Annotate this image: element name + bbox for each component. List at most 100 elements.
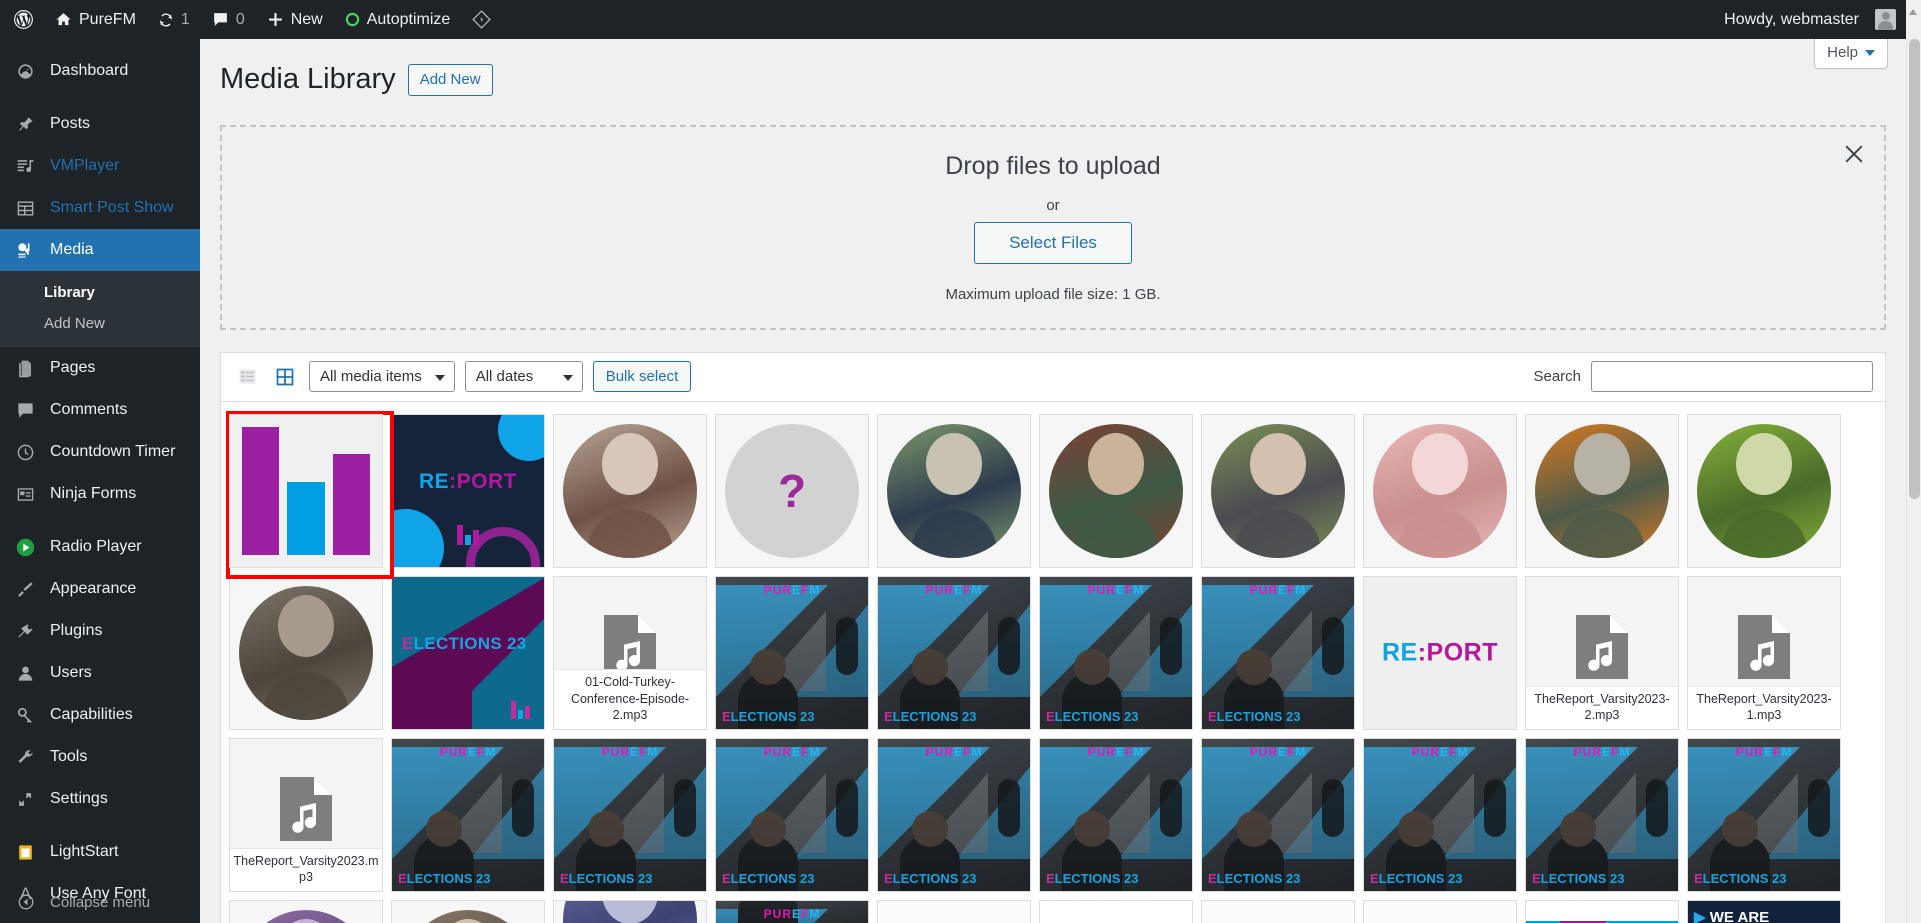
media-thumbnail[interactable] — [1525, 899, 1679, 923]
wordpress-logo-button[interactable] — [0, 0, 44, 39]
media-grid-item[interactable]: RE:PORT — [391, 413, 553, 576]
sidebar-item-lightstart[interactable]: LightStart — [0, 831, 200, 873]
sidebar-item-library[interactable]: Library — [0, 277, 200, 308]
audio-file[interactable]: 01-Cold-Turkey-Conference-Episode-2.mp3 — [553, 575, 707, 730]
media-grid-item[interactable] — [1363, 899, 1525, 923]
media-grid-item[interactable]: ▶ WE ARELICENSED — [1687, 899, 1849, 923]
media-grid-item[interactable] — [1201, 413, 1363, 576]
elections-23-studio-photo[interactable]: PUREFM ELECTIONS 23 — [715, 899, 869, 923]
close-uploader-button[interactable] — [1841, 141, 1867, 167]
bulk-select-button[interactable]: Bulk select — [592, 361, 692, 393]
scrollbar-up-arrow[interactable] — [1906, 0, 1921, 39]
purefm-logo-bars[interactable] — [229, 413, 383, 568]
avatar-photo[interactable] — [1363, 413, 1517, 568]
media-grid-item[interactable]: TheReport_Varsity2023-2.mp3 — [1525, 575, 1687, 738]
media-type-filter[interactable]: All media items — [309, 361, 455, 393]
howdy-account-button[interactable]: Howdy, webmaster — [1713, 0, 1896, 39]
media-thumbnail[interactable] — [877, 899, 1031, 923]
media-grid-item[interactable] — [1525, 899, 1687, 923]
media-grid-item[interactable]: TheReport_Varsity2023.mp3 — [229, 737, 391, 900]
elections-23-studio-photo[interactable]: PUREFM ELECTIONS 23 — [1363, 737, 1517, 892]
media-thumbnail[interactable] — [1201, 899, 1355, 923]
help-button[interactable]: Help — [1814, 39, 1888, 69]
avatar-photo[interactable] — [391, 899, 545, 923]
media-grid-item[interactable] — [1039, 899, 1201, 923]
media-grid-item[interactable] — [391, 899, 553, 923]
sidebar-item-plugins[interactable]: Plugins — [0, 610, 200, 652]
media-grid-item[interactable]: PUREFM ELECTIONS 23 — [715, 737, 877, 900]
sidebar-item-settings[interactable]: Settings — [0, 778, 200, 820]
media-grid-item[interactable]: 01-Cold-Turkey-Conference-Episode-2.mp3 — [553, 575, 715, 738]
media-thumbnail[interactable] — [1039, 899, 1193, 923]
media-grid-item[interactable]: ? — [715, 413, 877, 576]
media-grid-item[interactable]: TheReport_Varsity2023-1.mp3 — [1687, 575, 1849, 738]
sidebar-item-vmplayer[interactable]: VMPlayer — [0, 145, 200, 187]
avatar-photo[interactable] — [1687, 413, 1841, 568]
media-grid-item[interactable]: PUREFM ELECTIONS 23 — [1039, 737, 1201, 900]
media-grid-item[interactable]: PUREFM ELECTIONS 23 — [1201, 737, 1363, 900]
media-grid-item[interactable]: RE:PORT — [1363, 575, 1525, 738]
sidebar-item-add-new[interactable]: Add New — [0, 308, 200, 339]
media-grid-item[interactable]: PUREFM ELECTIONS 23 — [1525, 737, 1687, 900]
scrollbar-thumb[interactable] — [1909, 39, 1920, 499]
select-files-button[interactable]: Select Files — [974, 221, 1132, 264]
search-input[interactable] — [1591, 361, 1873, 393]
media-grid-item[interactable] — [553, 899, 715, 923]
date-filter[interactable]: All dates — [464, 361, 583, 393]
avatar-photo[interactable] — [1201, 413, 1355, 568]
elections-23-studio-photo[interactable]: PUREFM ELECTIONS 23 — [1687, 737, 1841, 892]
media-grid-item[interactable]: PUREFM ELECTIONS 23 — [1363, 737, 1525, 900]
media-grid-item[interactable]: PUREFM ELECTIONS 23 — [553, 737, 715, 900]
sidebar-item-dashboard[interactable]: Dashboard — [0, 50, 200, 92]
sidebar-item-users[interactable]: Users — [0, 652, 200, 694]
grid-view-icon[interactable] — [271, 363, 299, 391]
we-are-licensed-graphic[interactable]: ▶ WE ARELICENSED — [1687, 899, 1841, 923]
media-grid-item[interactable]: PUREFM ELECTIONS 23 — [391, 737, 553, 900]
collapse-menu-button[interactable]: Collapse menu — [0, 881, 200, 923]
sidebar-item-appearance[interactable]: Appearance — [0, 568, 200, 610]
report-logo-light[interactable]: RE:PORT — [1363, 575, 1517, 730]
avatar-photo[interactable] — [877, 413, 1031, 568]
audio-file[interactable]: TheReport_Varsity2023.mp3 — [229, 737, 383, 892]
elections-23-studio-photo[interactable]: PUREFM ELECTIONS 23 — [715, 575, 869, 730]
media-grid-item[interactable] — [1363, 413, 1525, 576]
media-grid-item[interactable] — [1201, 899, 1363, 923]
placeholder-avatar[interactable]: ? — [715, 413, 869, 568]
media-grid-item[interactable]: PUREFM ELECTIONS 23 — [1039, 575, 1201, 738]
sidebar-item-smart-post-show[interactable]: Smart Post Show — [0, 187, 200, 229]
litespeed-button[interactable] — [461, 0, 502, 39]
media-grid-item[interactable] — [226, 410, 394, 579]
elections-23-studio-photo[interactable]: PUREFM ELECTIONS 23 — [391, 737, 545, 892]
elections-23-studio-photo[interactable]: PUREFM ELECTIONS 23 — [1039, 575, 1193, 730]
avatar-photo[interactable] — [229, 575, 383, 730]
sidebar-item-posts[interactable]: Posts — [0, 103, 200, 145]
elections-23-studio-photo[interactable]: PUREFM ELECTIONS 23 — [1525, 737, 1679, 892]
sidebar-item-countdown-timer[interactable]: Countdown Timer — [0, 431, 200, 473]
sidebar-item-comments[interactable]: Comments — [0, 389, 200, 431]
media-grid-item[interactable] — [1687, 413, 1849, 576]
sidebar-item-radio-player[interactable]: Radio Player — [0, 526, 200, 568]
sidebar-item-pages[interactable]: Pages — [0, 347, 200, 389]
media-grid-item[interactable]: PUREFM ELECTIONS 23 — [715, 899, 877, 923]
media-grid-item[interactable] — [229, 899, 391, 923]
media-grid-item[interactable]: PUREFM ELECTIONS 23 — [1687, 737, 1849, 900]
updates-button[interactable]: 1 — [147, 0, 201, 39]
media-grid-item[interactable]: PUREFM ELECTIONS 23 — [715, 575, 877, 738]
site-name-button[interactable]: PureFM — [44, 0, 147, 39]
report-cover-dark[interactable]: RE:PORT — [391, 413, 545, 568]
elections-23-studio-photo[interactable]: PUREFM ELECTIONS 23 — [1201, 737, 1355, 892]
audio-file[interactable]: TheReport_Varsity2023-2.mp3 — [1525, 575, 1679, 730]
media-grid-item[interactable] — [877, 413, 1039, 576]
media-thumbnail[interactable] — [1363, 899, 1517, 923]
media-grid-item[interactable]: ELECTIONS 23 — [391, 575, 553, 738]
audio-file[interactable]: TheReport_Varsity2023-1.mp3 — [1687, 575, 1841, 730]
comments-button[interactable]: 0 — [201, 0, 256, 39]
list-view-icon[interactable] — [233, 363, 261, 391]
media-grid-item[interactable]: PUREFM ELECTIONS 23 — [1201, 575, 1363, 738]
sidebar-item-media[interactable]: Media — [0, 229, 200, 271]
elections-23-studio-photo[interactable]: PUREFM ELECTIONS 23 — [1201, 575, 1355, 730]
media-grid-item[interactable] — [1039, 413, 1201, 576]
elections-23-artwork[interactable]: ELECTIONS 23 — [391, 575, 545, 730]
avatar-photo[interactable] — [1525, 413, 1679, 568]
vertical-scrollbar[interactable] — [1906, 39, 1921, 923]
